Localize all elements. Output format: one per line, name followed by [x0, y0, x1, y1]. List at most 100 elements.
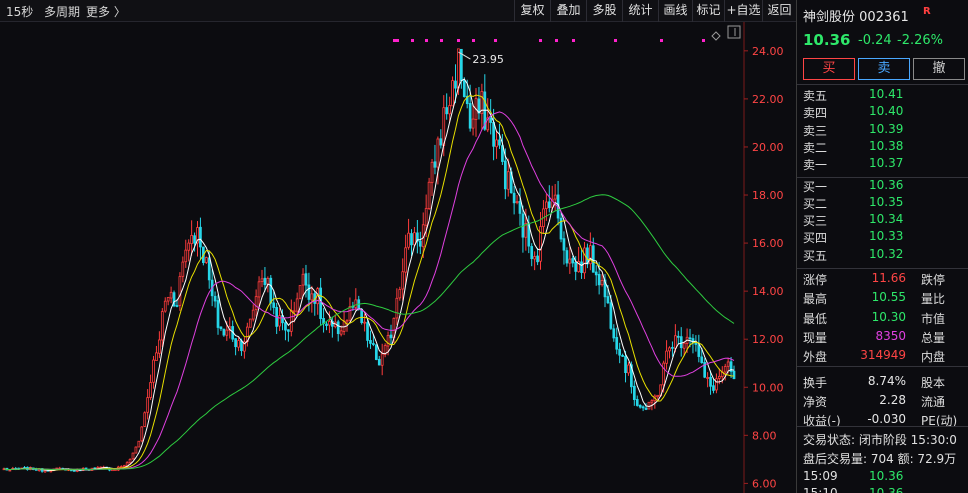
candle-body: [319, 287, 322, 319]
order-level-price: 10.40: [869, 104, 904, 119]
candle-body: [134, 446, 138, 454]
candle-body: [682, 342, 686, 349]
candle-body: [287, 329, 290, 332]
bid-row[interactable]: 买一 10.36: [797, 178, 968, 195]
candle-body: [632, 385, 636, 400]
candle-body: [234, 338, 237, 348]
order-level-price: 10.37: [869, 156, 904, 171]
candle-body: [671, 346, 674, 349]
candle-body: [278, 315, 281, 327]
ask-row[interactable]: 卖二 10.38: [797, 139, 968, 156]
bid-row[interactable]: 买四 10.33: [797, 229, 968, 246]
stat-row: 最低 10.30 市值: [797, 310, 968, 329]
draw-line-button[interactable]: 画线: [658, 0, 692, 22]
candle-body: [166, 297, 170, 302]
candle-body: [163, 300, 167, 312]
candle-body: [454, 80, 457, 89]
candle-body: [641, 406, 645, 409]
candle-body: [553, 194, 557, 200]
candle-body: [345, 320, 349, 323]
kline-chart-svg[interactable]: 6.00 8.00 10.00 12.00 14.00 16.00 18.00 20.00 22…: [0, 22, 796, 493]
bid-row[interactable]: 买五 10.32: [797, 247, 968, 264]
buy-button[interactable]: 买: [803, 58, 855, 80]
add-watchlist-button[interactable]: +自选: [724, 0, 762, 22]
ask-row[interactable]: 卖五 10.41: [797, 87, 968, 104]
candle-body: [498, 139, 501, 146]
candle-body: [442, 107, 446, 146]
candle-body: [374, 344, 378, 360]
order-level-label: 卖五: [803, 89, 828, 103]
candle-body: [547, 201, 551, 209]
candle-body: [709, 376, 712, 387]
order-level-price: 10.35: [869, 194, 904, 209]
signal-marker: [457, 39, 460, 42]
candle-body: [284, 322, 287, 331]
signal-markers: [393, 39, 705, 42]
stat-right-label: 总量: [921, 330, 946, 345]
candle-body: [650, 400, 654, 403]
candle-body: [160, 311, 164, 341]
order-level-price: 10.41: [869, 87, 904, 101]
candle-body: [158, 339, 161, 354]
moving-averages: [3, 78, 735, 471]
candle-body: [187, 242, 191, 251]
last-price: 10.36: [803, 31, 851, 49]
signal-marker: [494, 39, 497, 42]
candle-body: [615, 337, 619, 350]
order-level-label: 买五: [803, 248, 828, 263]
sell-button[interactable]: 卖: [858, 58, 910, 80]
candle-body: [618, 348, 622, 356]
axis-tick-label: 14.00: [752, 285, 784, 298]
candle-body: [600, 280, 604, 286]
order-level-label: 买三: [803, 214, 828, 229]
back-button[interactable]: 返回: [762, 0, 796, 22]
restore-rights-button[interactable]: 复权: [514, 0, 550, 22]
candle-body: [128, 458, 132, 464]
candle-body: [363, 321, 366, 324]
order-level-label: 买二: [803, 196, 828, 211]
ma5-line: [3, 78, 735, 471]
bid-row[interactable]: 买二 10.35: [797, 195, 968, 212]
bid-row[interactable]: 买三 10.34: [797, 212, 968, 229]
signal-marker: [425, 39, 428, 42]
more-menu-button[interactable]: 更多 〉: [86, 3, 126, 20]
candle-body: [140, 426, 144, 442]
candle-body: [272, 302, 276, 308]
stat-row: 涨停 11.66 跌停: [797, 271, 968, 290]
candle-body: [732, 370, 736, 380]
ask-row[interactable]: 卖四 10.40: [797, 104, 968, 121]
diamond-icon[interactable]: [711, 31, 721, 41]
statistics-button[interactable]: 统计: [622, 0, 658, 22]
panel-toggle-icon[interactable]: [727, 25, 741, 39]
ask-row[interactable]: 卖三 10.39: [797, 122, 968, 139]
candle-body: [213, 295, 217, 302]
stat-right-label: 内盘: [921, 350, 946, 365]
candle-body: [73, 469, 76, 472]
multi-stock-button[interactable]: 多股: [586, 0, 622, 22]
candle-body: [216, 300, 220, 328]
candle-body: [565, 250, 569, 264]
candle-body: [8, 469, 12, 472]
candle-body: [433, 161, 437, 168]
stat-label: 最低: [803, 311, 828, 326]
ask-row[interactable]: 卖一 10.37: [797, 156, 968, 173]
tick-row: 15:09 10.36: [797, 469, 968, 486]
period-selector[interactable]: 15秒: [6, 3, 33, 20]
candle-body: [462, 80, 466, 98]
candle-body: [644, 407, 648, 410]
stock-name: 神剑股份: [803, 10, 856, 25]
axis-tick-label: 22.00: [752, 93, 784, 106]
candle-body: [706, 377, 709, 379]
mark-button[interactable]: 标记: [692, 0, 724, 22]
signal-marker: [440, 39, 443, 42]
candle-body: [389, 334, 393, 339]
candle-body: [260, 278, 264, 283]
cancel-order-button[interactable]: 撤: [913, 58, 965, 80]
multi-period-button[interactable]: 多周期: [44, 3, 80, 20]
price-axis: 6.00 8.00 10.00 12.00 14.00 16.00 18.00 20.00 22…: [743, 22, 784, 493]
kline-chart[interactable]: 6.00 8.00 10.00 12.00 14.00 16.00 18.00 20.00 22…: [0, 22, 796, 493]
candle-body: [588, 245, 592, 265]
overlay-button[interactable]: 叠加: [550, 0, 586, 22]
stat-value: 10.30: [871, 309, 906, 324]
candle-body: [251, 309, 255, 320]
